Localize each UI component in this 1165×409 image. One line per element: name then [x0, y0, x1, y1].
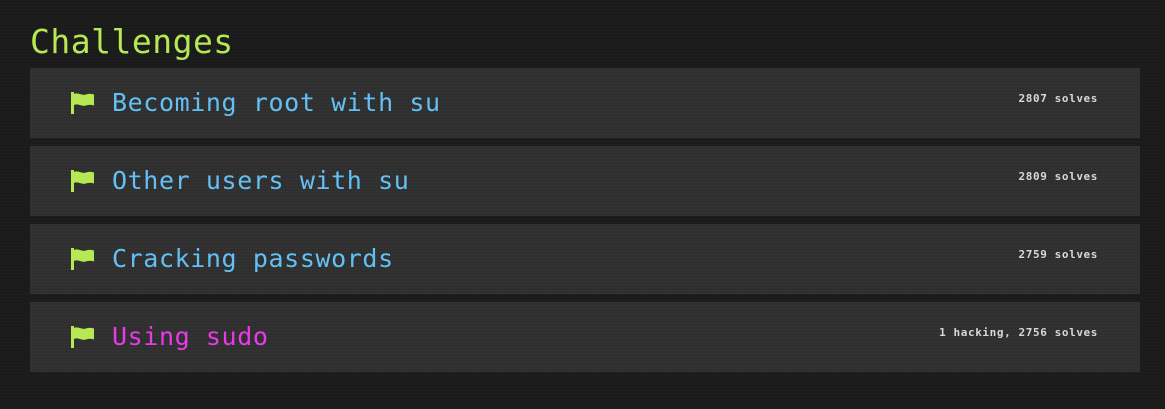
section-title: Challenges	[30, 22, 234, 61]
solves-count: 2809 solves	[1018, 170, 1098, 183]
challenge-name: Using sudo	[112, 322, 269, 351]
challenge-name: Cracking passwords	[112, 244, 394, 273]
solves-count: 2759 solves	[1018, 248, 1098, 261]
challenge-name: Other users with su	[112, 166, 410, 195]
challenge-item-becoming-root-with-su[interactable]: Becoming root with su 2807 solves	[30, 68, 1140, 138]
challenge-name: Becoming root with su	[112, 88, 441, 117]
solves-count: 2807 solves	[1018, 92, 1098, 105]
flag-icon	[71, 248, 95, 270]
flag-icon	[71, 170, 95, 192]
challenge-item-cracking-passwords[interactable]: Cracking passwords 2759 solves	[30, 224, 1140, 294]
challenge-item-other-users-with-su[interactable]: Other users with su 2809 solves	[30, 146, 1140, 216]
challenge-item-using-sudo[interactable]: Using sudo 1 hacking, 2756 solves	[30, 302, 1140, 372]
flag-icon	[71, 326, 95, 348]
challenge-list: Becoming root with su 2807 solves Other …	[30, 68, 1140, 372]
solves-count: 1 hacking, 2756 solves	[939, 326, 1098, 339]
flag-icon	[71, 92, 95, 114]
challenges-section: Challenges Becoming root with su 2807 so…	[30, 0, 1140, 380]
